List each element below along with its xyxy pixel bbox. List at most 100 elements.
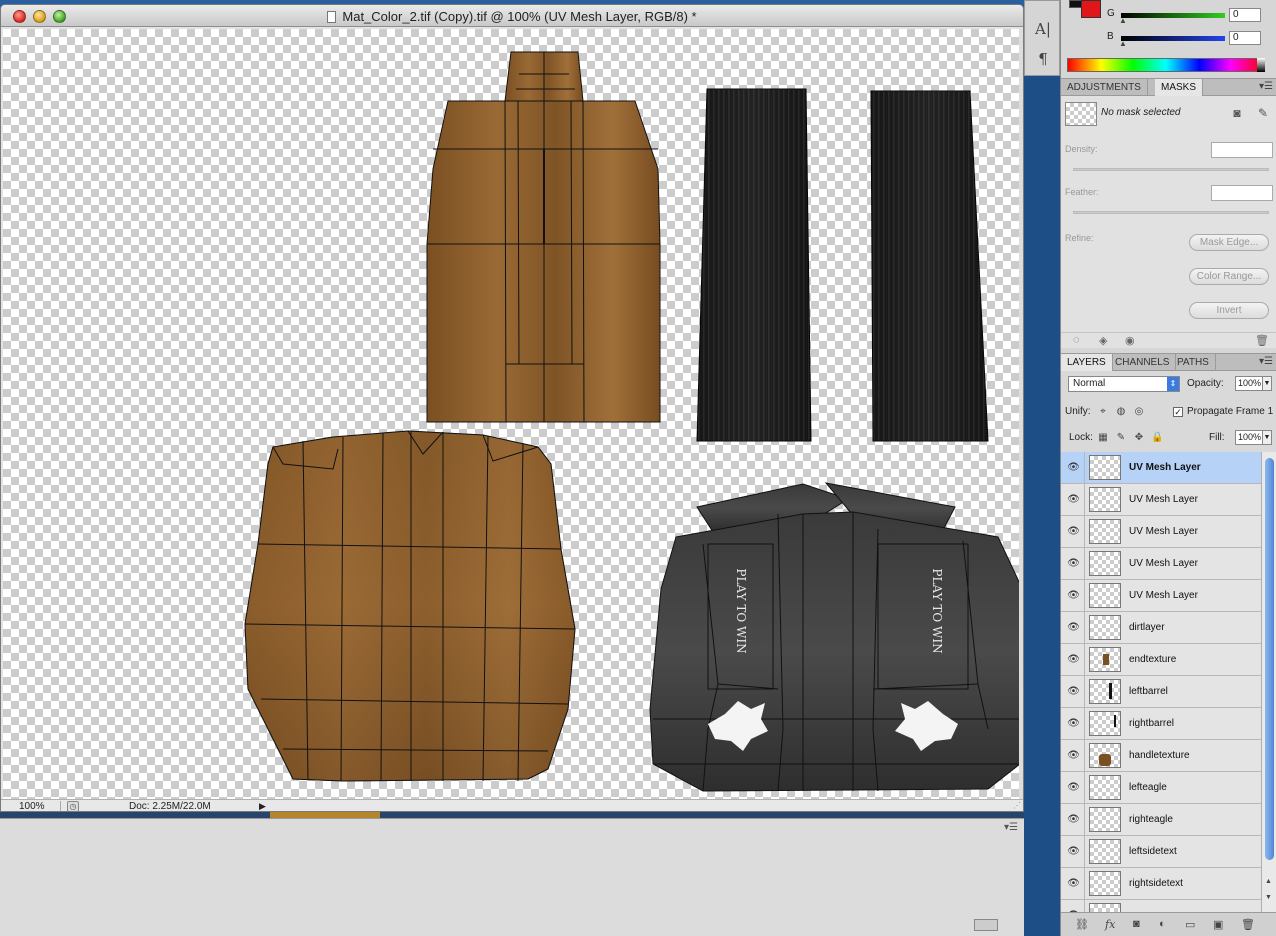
tab-masks[interactable]: MASKS [1155,79,1204,96]
new-adjustment-layer-icon[interactable]: ◐ [1159,918,1166,930]
eye-visibility-icon[interactable]: 👁 [1063,484,1085,515]
mask-edge-button[interactable]: Mask Edge... [1189,234,1269,251]
new-layer-icon[interactable]: ▣ [1213,918,1223,931]
blue-track[interactable] [1121,36,1225,41]
canvas-vertical-scrollbar[interactable] [1019,29,1023,801]
new-group-folder-icon[interactable]: ▭ [1185,918,1195,931]
layer-row[interactable]: 👁 leftbarrel [1061,676,1261,708]
green-value-field[interactable]: 0 [1229,8,1261,22]
layer-row[interactable]: 👁 endtexture [1061,644,1261,676]
character-panel-icon[interactable]: A| [1033,19,1053,39]
lock-all-icon[interactable]: 🔒 [1151,432,1163,444]
panel-menu-icon[interactable]: ▾☰ [1004,822,1018,833]
opacity-arrow-icon[interactable]: ▼ [1262,376,1272,391]
unify-position-icon[interactable]: ⌖ [1097,406,1109,418]
invert-button[interactable]: Invert [1189,302,1269,319]
blue-value-field[interactable]: 0 [1229,31,1261,45]
propagate-frame-checkbox[interactable]: ✓ [1173,407,1183,417]
tab-channels[interactable]: CHANNELS [1109,354,1177,371]
delete-layer-trash-icon[interactable]: 🗑 [1241,918,1255,931]
layer-row[interactable]: 👁 UV Mesh Layer [1061,580,1261,612]
layer-row[interactable]: 👁 leftsidetext [1061,836,1261,868]
eye-visibility-icon[interactable]: 👁 [1063,612,1085,643]
eye-visibility-icon[interactable]: 👁 [1063,548,1085,579]
link-layers-icon[interactable]: ⛓ [1075,918,1089,931]
apply-mask-icon[interactable]: ◈ [1099,334,1107,347]
green-track[interactable] [1121,13,1225,18]
add-layer-mask-icon[interactable]: ◙ [1133,918,1140,930]
green-slider[interactable]: G ▲ 0 [1107,8,1275,25]
blue-slider-knob-icon[interactable]: ▲ [1119,39,1127,48]
layer-row[interactable]: 👁 rightsidetext [1061,868,1261,900]
layers-scrollbar[interactable]: ▲ ▼ [1261,452,1276,912]
layer-row[interactable]: 👁 UV Mesh Layer [1061,452,1261,484]
opacity-field[interactable]: 100% [1235,376,1263,391]
fill-arrow-icon[interactable]: ▼ [1262,430,1272,445]
eye-visibility-icon[interactable]: 👁 [1063,804,1085,835]
resize-grip-icon[interactable]: ⋰ [1013,801,1021,810]
masks-panel-menu-icon[interactable]: ▾☰ [1259,81,1273,92]
fill-field[interactable]: 100% [1235,430,1263,445]
eye-visibility-icon[interactable]: 👁 [1063,580,1085,611]
layer-thumbnail [1089,455,1121,480]
eye-visibility-icon[interactable]: 👁 [1063,900,1085,912]
tab-layers[interactable]: LAYERS [1061,354,1113,371]
eye-visibility-icon[interactable]: 👁 [1063,452,1085,483]
lock-image-brush-icon[interactable]: ✎ [1115,432,1127,444]
background-color-swatch[interactable] [1081,0,1101,18]
document-proxy-icon[interactable] [327,11,337,23]
delete-mask-icon[interactable]: 🗑 [1255,334,1269,347]
document-titlebar[interactable]: Mat_Color_2.tif (Copy).tif @ 100% (UV Me… [1,5,1023,27]
eye-visibility-icon[interactable]: 👁 [1063,868,1085,899]
layer-row[interactable]: 👁 UV Mesh Layer [1061,516,1261,548]
green-slider-knob-icon[interactable]: ▲ [1119,16,1127,25]
layer-row[interactable]: 👁 UV Mesh Layer [1061,548,1261,580]
color-range-button[interactable]: Color Range... [1189,268,1269,285]
unify-style-icon[interactable]: ◎ [1133,406,1145,418]
tab-adjustments[interactable]: ADJUSTMENTS [1061,79,1148,96]
density-field[interactable] [1211,142,1273,158]
disable-mask-icon[interactable]: ◉ [1125,334,1135,347]
layer-row[interactable]: 👁 lefteagle [1061,772,1261,804]
eye-visibility-icon[interactable]: 👁 [1063,676,1085,707]
layer-row[interactable]: 👁 handletexture [1061,740,1261,772]
add-vector-mask-icon[interactable]: ✎ [1255,106,1271,122]
blue-slider[interactable]: B ▲ 0 [1107,31,1275,48]
layer-row[interactable]: 👁 dirtlayer [1061,612,1261,644]
masks-panel: No mask selected ◙ ✎ Density: Feather: R… [1061,96,1276,348]
lock-transparent-icon[interactable]: ▦ [1097,432,1109,444]
eye-visibility-icon[interactable]: 👁 [1063,772,1085,803]
layer-row[interactable]: 👁 UV Mesh Layer [1061,484,1261,516]
feather-field[interactable] [1211,185,1273,201]
layers-panel-menu-icon[interactable]: ▾☰ [1259,356,1273,367]
lock-position-move-icon[interactable]: ✥ [1133,432,1145,444]
image-canvas[interactable]: PLAY TO WIN PLAY TO WIN [3,29,1021,801]
document-status-bar: 100% ◷ Doc: 2.25M/22.0M ▶ [1,799,1023,811]
feather-slider[interactable] [1073,211,1269,214]
layer-style-fx-icon[interactable]: fx [1105,918,1115,931]
eye-visibility-icon[interactable]: 👁 [1063,740,1085,771]
layer-row[interactable]: 👁 righteagle [1061,804,1261,836]
panel-size-grip[interactable] [974,919,998,931]
scroll-down-arrow-icon[interactable]: ▼ [1265,894,1272,901]
blend-mode-arrow-icon[interactable]: ⇕ [1167,377,1179,391]
zoom-level-field[interactable]: 100% [3,801,61,811]
status-menu-arrow-icon[interactable]: ▶ [259,801,266,811]
scroll-up-arrow-icon[interactable]: ▲ [1265,878,1272,885]
eye-visibility-icon[interactable]: 👁 [1063,644,1085,675]
paragraph-panel-icon[interactable]: ¶ [1033,49,1053,69]
layer-row[interactable]: 👁 rightbarrel [1061,708,1261,740]
tab-paths[interactable]: PATHS [1171,354,1216,371]
unify-visibility-icon[interactable]: ◍ [1115,406,1127,418]
blend-mode-select[interactable]: Normal ⇕ [1068,376,1180,392]
density-slider[interactable] [1073,168,1269,171]
eye-visibility-icon[interactable]: 👁 [1063,708,1085,739]
eye-visibility-icon[interactable]: 👁 [1063,836,1085,867]
proof-setup-icon[interactable]: ◷ [67,801,79,811]
eye-visibility-icon[interactable]: 👁 [1063,516,1085,547]
color-spectrum-ramp[interactable] [1067,58,1265,72]
layers-scroll-thumb[interactable] [1265,458,1274,860]
layer-row-partial[interactable]: 👁 [1061,900,1261,912]
add-pixel-mask-icon[interactable]: ◙ [1229,106,1245,122]
load-selection-icon[interactable]: ◌ [1073,334,1080,346]
